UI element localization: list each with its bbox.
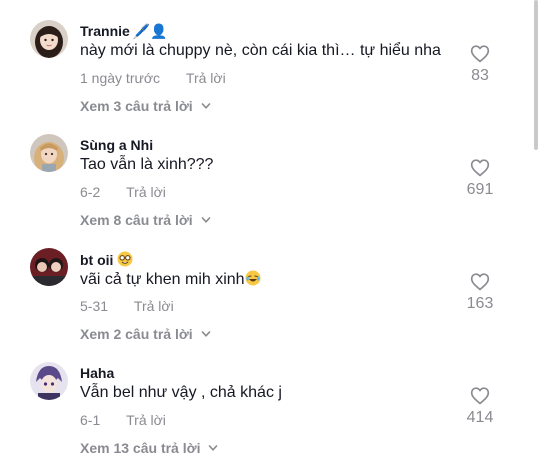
comment-text: Vẫn bel như vậy , chả khác j xyxy=(80,384,282,401)
heart-icon xyxy=(470,159,490,177)
girl-avatar-icon xyxy=(30,20,68,58)
like-button[interactable]: 414 xyxy=(460,386,500,427)
chevron-down-icon xyxy=(201,103,210,109)
like-button[interactable]: 163 xyxy=(460,272,500,313)
comment-text: Tao vẫn là xinh??? xyxy=(80,156,214,173)
reply-button[interactable]: Trả lời xyxy=(186,70,226,86)
reply-button[interactable]: Trả lời xyxy=(126,184,166,200)
view-replies-label: Xem 8 câu trả lời xyxy=(80,212,193,228)
like-count: 163 xyxy=(466,295,494,312)
username[interactable]: bt oii xyxy=(80,251,133,268)
comment-meta: 6-1 Trả lời xyxy=(80,412,166,428)
pen-person-emoji: 🖊️👤 xyxy=(132,23,168,39)
heart-icon xyxy=(470,273,490,291)
comment-text: này mới là chuppy nè, còn cái kia thì… t… xyxy=(80,42,441,59)
like-button[interactable]: 83 xyxy=(460,44,500,85)
username[interactable]: Haha xyxy=(80,365,114,381)
view-replies-button[interactable]: Xem 8 câu trả lời xyxy=(80,212,211,228)
view-replies-label: Xem 3 câu trả lời xyxy=(80,98,193,114)
view-replies-label: Xem 2 câu trả lời xyxy=(80,326,193,342)
like-count: 83 xyxy=(471,67,489,84)
avatar[interactable] xyxy=(30,134,68,172)
reply-button[interactable]: Trả lời xyxy=(126,412,166,428)
heart-icon xyxy=(470,387,490,405)
reply-button[interactable]: Trả lời xyxy=(134,298,174,314)
comment-text: vãi cả tự khen mih xinh xyxy=(80,270,261,289)
timestamp: 5-31 xyxy=(80,298,109,314)
like-count: 414 xyxy=(466,409,494,426)
chevron-down-icon xyxy=(201,331,210,337)
comment-meta: 1 ngày trước Trả lời xyxy=(80,70,226,86)
couple-avatar-icon xyxy=(30,248,68,286)
comment-meta: 6-2 Trả lời xyxy=(80,184,166,200)
heart-icon xyxy=(470,45,490,63)
username[interactable]: Trannie 🖊️👤 xyxy=(80,23,168,40)
like-count: 691 xyxy=(466,181,494,198)
timestamp: 6-1 xyxy=(80,412,101,428)
avatar[interactable] xyxy=(30,362,68,400)
comment-item: Trannie 🖊️👤 này mới là chuppy nè, còn cái… xyxy=(0,20,538,134)
view-replies-button[interactable]: Xem 3 câu trả lời xyxy=(80,98,211,114)
avatar[interactable] xyxy=(30,248,68,286)
comment-item: bt oii vãi cả tự khen mih xinh 5-31 Trả … xyxy=(0,248,538,362)
view-replies-label: Xem 13 câu trả lời xyxy=(80,440,201,456)
girl-blonde-avatar-icon xyxy=(30,134,68,172)
chevron-down-icon xyxy=(201,217,210,223)
chevron-down-icon xyxy=(209,445,218,451)
view-replies-button[interactable]: Xem 13 câu trả lời xyxy=(80,440,218,456)
view-replies-button[interactable]: Xem 2 câu trả lời xyxy=(80,326,211,342)
comment-item: Haha Vẫn bel như vậy , chả khác j 6-1 Tr… xyxy=(0,362,538,467)
timestamp: 6-2 xyxy=(80,184,101,200)
comment-item: Sùng a Nhi Tao vẫn là xinh??? 6-2 Trả lờ… xyxy=(0,134,538,248)
nerd-face-emoji xyxy=(117,251,133,267)
anime-avatar-icon xyxy=(30,362,68,400)
like-button[interactable]: 691 xyxy=(460,158,500,199)
laughing-tears-emoji xyxy=(245,270,261,286)
timestamp: 1 ngày trước xyxy=(80,70,161,86)
username[interactable]: Sùng a Nhi xyxy=(80,137,153,153)
avatar[interactable] xyxy=(30,20,68,58)
comment-meta: 5-31 Trả lời xyxy=(80,298,174,314)
